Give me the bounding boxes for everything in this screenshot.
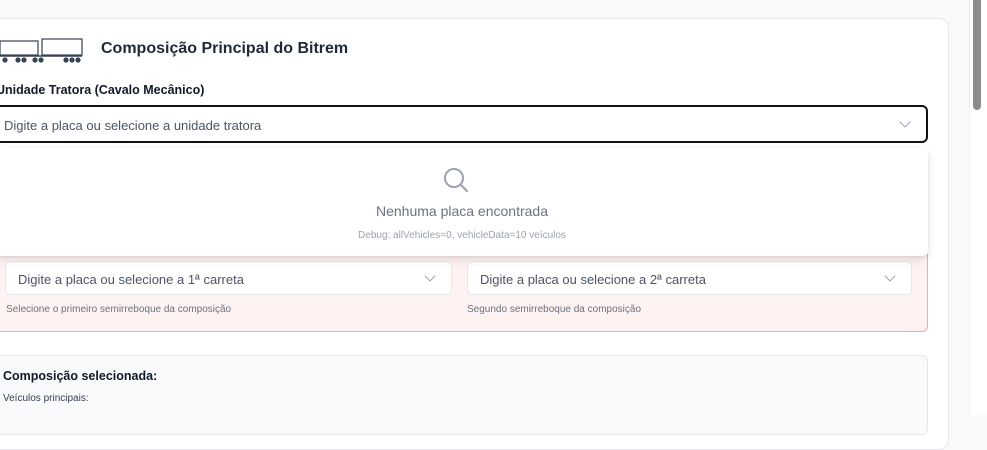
scrollbar[interactable] xyxy=(969,0,987,415)
tractor-select[interactable]: Digite a placa ou selecione a unidade tr… xyxy=(0,105,928,143)
trailer-1-placeholder: Digite a placa ou selecione a 1ª carreta xyxy=(18,272,244,287)
scrollbar-thumb[interactable] xyxy=(973,0,981,110)
summary-title: Composição selecionada: xyxy=(3,369,158,383)
trailer-2-select[interactable]: Digite a placa ou selecione a 2ª carreta xyxy=(467,261,912,295)
trailer-1-help: Selecione o primeiro semirreboque da com… xyxy=(6,304,232,315)
tractor-dropdown: Nenhuma placa encontrada Debug: allVehic… xyxy=(0,148,928,256)
tractor-select-placeholder: Digite a placa ou selecione a unidade tr… xyxy=(4,118,262,133)
search-icon xyxy=(444,168,468,192)
trailer-2-help: Segundo semirreboque da composição xyxy=(467,304,641,315)
debug-text: Debug: allVehicles=0, vehicleData=10 veí… xyxy=(358,230,566,241)
trailer-1-select[interactable]: Digite a placa ou selecione a 1ª carreta xyxy=(5,261,452,295)
tractor-label: Unidade Tratora (Cavalo Mecânico) xyxy=(0,83,205,97)
chevron-down-icon xyxy=(884,270,896,282)
selected-composition-panel: Composição selecionada: Veículos princip… xyxy=(0,355,928,435)
page-title: Composição Principal do Bitrem xyxy=(101,40,349,57)
chevron-down-icon xyxy=(424,270,436,282)
chevron-down-icon xyxy=(899,116,911,128)
bitrem-truck-icon xyxy=(0,38,83,63)
summary-subtitle: Veículos principais: xyxy=(3,393,89,404)
trailer-2-placeholder: Digite a placa ou selecione a 2ª carreta xyxy=(480,272,706,287)
no-results-message: Nenhuma placa encontrada xyxy=(375,203,548,219)
